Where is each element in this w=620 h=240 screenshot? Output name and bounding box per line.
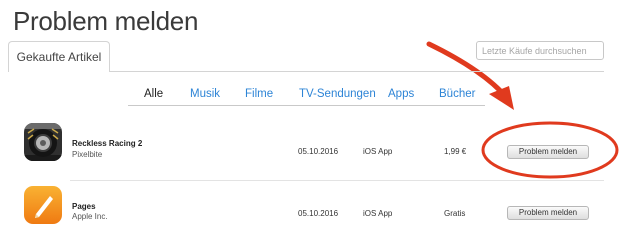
app-developer[interactable]: Apple Inc. [72,212,108,221]
app-developer[interactable]: Pixelbite [72,150,102,159]
filter-all[interactable]: Alle [144,88,163,100]
item-type: iOS App [363,209,393,218]
report-problem-button[interactable]: Problem melden [507,145,589,159]
item-price: 1,99 € [444,147,467,156]
row-divider [70,180,604,181]
item-type: iOS App [363,147,393,156]
pages-app-icon [24,186,62,224]
app-name[interactable]: Reckless Racing 2 [72,139,142,148]
filter-movies[interactable]: Filme [245,88,273,100]
search-input[interactable] [476,41,604,60]
filter-music[interactable]: Musik [190,88,220,100]
tab-purchased-items[interactable]: Gekaufte Artikel [8,41,110,72]
purchase-date: 05.10.2016 [298,209,339,218]
filter-books[interactable]: Bücher [439,88,475,100]
filter-apps[interactable]: Apps [388,88,414,100]
purchase-row: Reckless Racing 2 Pixelbite 05.10.2016 i… [8,122,604,180]
tab-purchased-items-label: Gekaufte Artikel [16,50,102,64]
page-title: Problem melden [13,6,199,36]
purchase-date: 05.10.2016 [298,147,339,156]
filter-tv-shows[interactable]: TV-Sendungen [299,88,376,100]
category-filter-bar: Alle Musik Filme TV-Sendungen Apps Büche… [128,88,485,106]
app-name[interactable]: Pages [72,202,96,211]
item-price: Gratis [444,209,466,218]
purchase-row: Pages Apple Inc. 05.10.2016 iOS App Grat… [8,184,604,240]
report-problem-button[interactable]: Problem melden [507,206,589,220]
reckless-racing-2-app-icon [24,123,62,161]
